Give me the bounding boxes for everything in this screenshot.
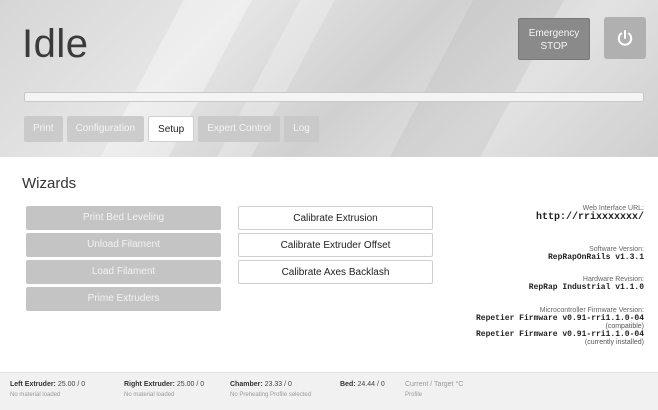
header: Idle Emergency STOP Print Configuration …	[0, 0, 658, 157]
chamber-label: Chamber:	[230, 381, 263, 388]
prime-extruders-button[interactable]: Prime Extruders	[26, 287, 221, 311]
print-bed-leveling-button[interactable]: Print Bed Leveling	[26, 206, 221, 230]
right-extruder-temp: Right Extruder: 25.00 / 0 No material lo…	[124, 381, 204, 398]
power-button[interactable]	[604, 17, 646, 59]
software-version-label: Software Version:	[589, 246, 644, 253]
left-extruder-material: No material loaded	[10, 392, 61, 398]
bed-label: Bed:	[340, 381, 356, 388]
right-extruder-material: No material loaded	[124, 392, 175, 398]
calibrate-extrusion-button[interactable]: Calibrate Extrusion	[238, 206, 433, 230]
firmware-version-installed: Repetier Firmware v0.91-rri1.1.0-04	[475, 330, 644, 339]
right-extruder-label: Right Extruder:	[124, 381, 175, 388]
web-interface-info: Web Interface URL: http://rrixxxxxxx/	[536, 205, 644, 223]
unload-filament-button[interactable]: Unload Filament	[26, 233, 221, 257]
left-extruder-temp: Left Extruder: 25.00 / 0 No material loa…	[10, 381, 85, 398]
left-extruder-label: Left Extruder:	[10, 381, 56, 388]
emergency-stop-label-line2: STOP	[540, 41, 568, 52]
hardware-revision-label: Hardware Revision:	[582, 276, 644, 283]
firmware-version-label: Microcontroller Firmware Version:	[539, 307, 644, 314]
tab-log[interactable]: Log	[284, 116, 319, 142]
firmware-version-info: Microcontroller Firmware Version: Repeti…	[476, 307, 644, 346]
software-version-value: RepRapOnRails v1.3.1	[547, 253, 644, 262]
tab-print[interactable]: Print	[24, 116, 63, 142]
chamber-value: 23.33 / 0	[264, 381, 292, 388]
right-extruder-value: 25.00 / 0	[176, 381, 205, 388]
section-title: Wizards	[22, 175, 77, 192]
emergency-stop-button[interactable]: Emergency STOP	[518, 18, 590, 60]
firmware-installed-note: (currently installed)	[584, 339, 644, 346]
firmware-version-compatible: Repetier Firmware v0.91-rri1.1.0-04	[475, 314, 644, 323]
hardware-revision-info: Hardware Revision: RepRap Industrial v1.…	[529, 276, 644, 292]
chamber-temp: Chamber: 23.33 / 0 No Preheating Profile…	[230, 381, 311, 398]
bed-temp: Bed: 24.44 / 0	[340, 381, 385, 388]
software-version-info: Software Version: RepRapOnRails v1.3.1	[548, 246, 644, 262]
calibrate-extruder-offset-button[interactable]: Calibrate Extruder Offset	[238, 233, 433, 257]
left-extruder-value: 25.00 / 0	[57, 381, 86, 388]
chamber-profile: No Preheating Profile selected	[230, 392, 312, 398]
web-interface-label: Web Interface URL:	[582, 205, 644, 212]
legend-profile: Profile	[405, 392, 423, 398]
load-filament-button[interactable]: Load Filament	[26, 260, 221, 284]
print-progress-bar	[24, 92, 644, 102]
legend-current-target: Current / Target °C	[405, 381, 464, 388]
power-icon	[617, 30, 633, 46]
printer-status: Idle	[22, 22, 89, 66]
tab-setup[interactable]: Setup	[148, 116, 195, 142]
calibrate-axes-backlash-button[interactable]: Calibrate Axes Backlash	[238, 260, 433, 284]
temperature-footer: Left Extruder: 25.00 / 0 No material loa…	[0, 372, 658, 410]
firmware-compatible-note: (compatible)	[605, 323, 644, 330]
tab-expert-control[interactable]: Expert Control	[198, 116, 281, 142]
tab-configuration[interactable]: Configuration	[66, 116, 145, 142]
tab-bar: Print Configuration Setup Expert Control…	[24, 116, 319, 142]
emergency-stop-label-line1: Emergency	[528, 28, 580, 39]
bed-value: 24.44 / 0	[357, 381, 385, 388]
hardware-revision-value: RepRap Industrial v1.1.0	[528, 283, 644, 292]
web-interface-url: http://rrixxxxxxx/	[535, 212, 644, 223]
temperature-legend: Current / Target °C Profile	[405, 381, 463, 398]
